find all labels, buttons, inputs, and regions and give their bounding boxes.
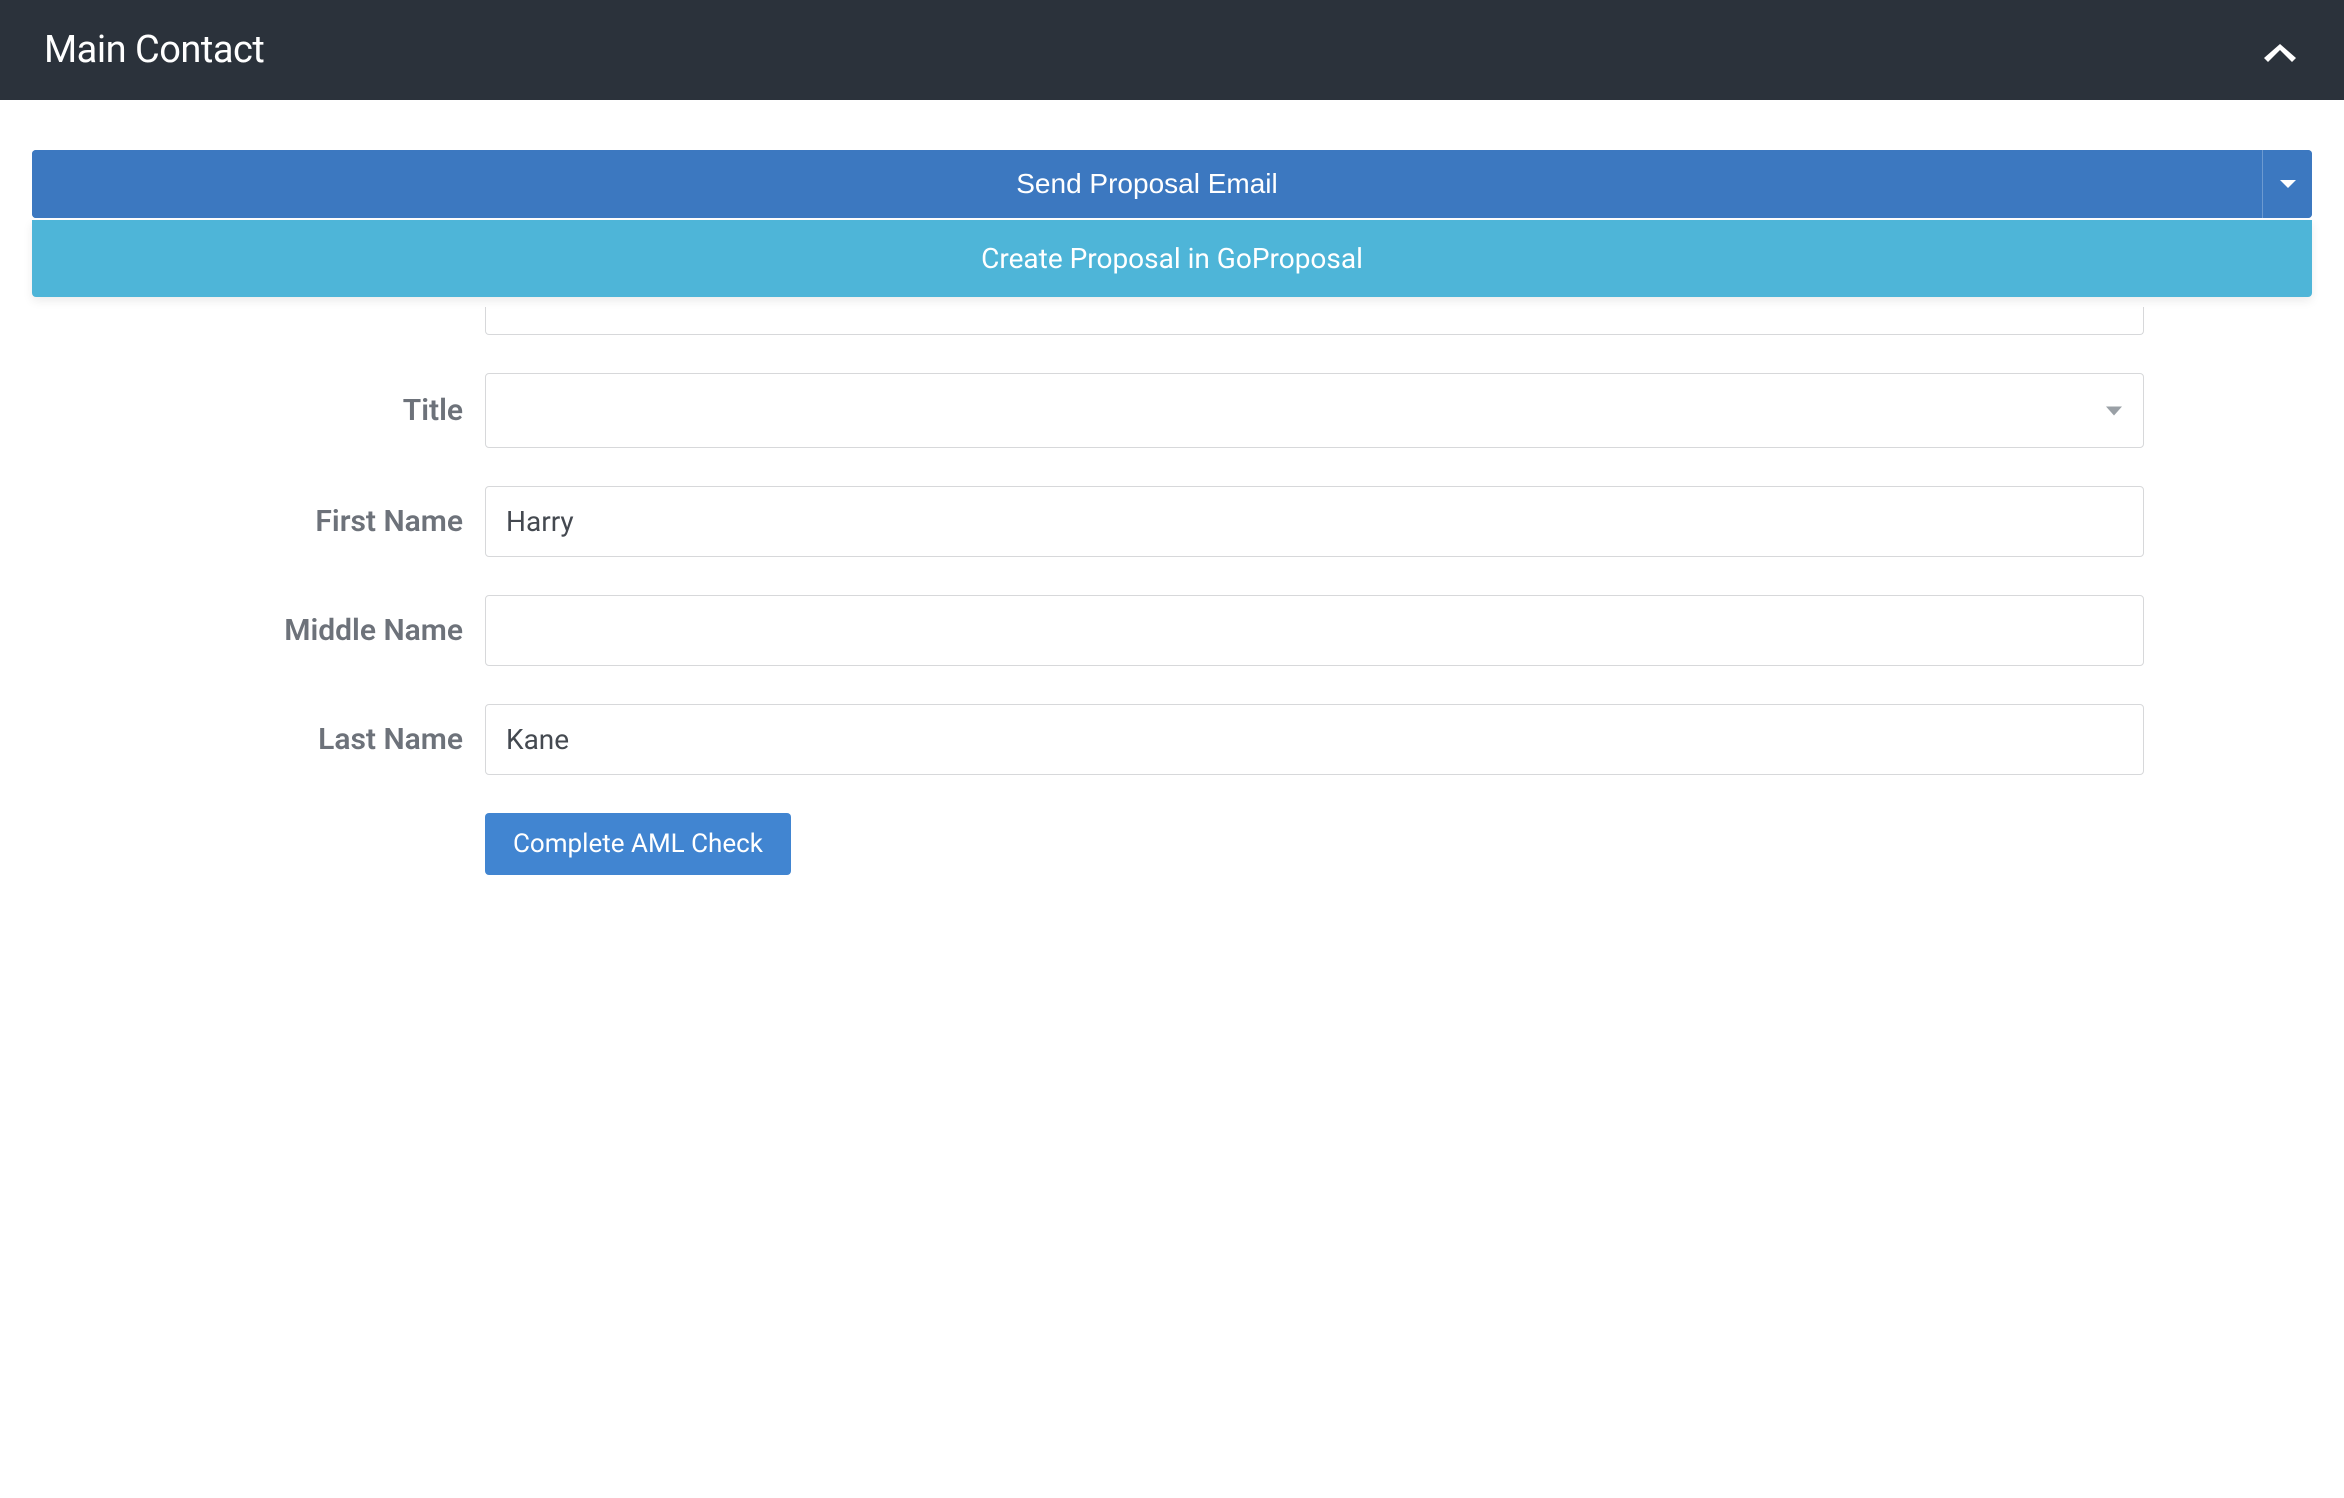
panel-title: Main Contact (44, 28, 264, 72)
form-row-last-name: Last Name (32, 704, 2312, 775)
last-name-label: Last Name (32, 722, 485, 757)
form-section: Title First Name Middle Name (32, 307, 2312, 875)
title-select[interactable] (485, 373, 2144, 448)
content-area: Send Proposal Email Create Proposal in G… (0, 150, 2344, 875)
complete-aml-check-button[interactable]: Complete AML Check (485, 813, 791, 875)
button-row: Complete AML Check (485, 813, 2312, 875)
title-label: Title (32, 393, 485, 428)
form-row-first-name: First Name (32, 486, 2312, 557)
last-name-input[interactable] (485, 704, 2144, 775)
split-button: Send Proposal Email (32, 150, 2312, 218)
chevron-up-icon[interactable] (2260, 36, 2300, 64)
first-name-input[interactable] (485, 486, 2144, 557)
create-proposal-goproposal-item[interactable]: Create Proposal in GoProposal (32, 220, 2312, 297)
middle-name-label: Middle Name (32, 613, 485, 648)
middle-name-input[interactable] (485, 595, 2144, 666)
form-row-middle-name: Middle Name (32, 595, 2312, 666)
form-row-title: Title (32, 373, 2312, 448)
dropdown-menu: Create Proposal in GoProposal (32, 220, 2312, 297)
caret-down-icon (2280, 180, 2296, 188)
action-button-group: Send Proposal Email Create Proposal in G… (32, 150, 2312, 297)
panel-header[interactable]: Main Contact (0, 0, 2344, 100)
partial-field-bottom (485, 307, 2144, 335)
first-name-label: First Name (32, 504, 485, 539)
send-proposal-email-button[interactable]: Send Proposal Email (32, 150, 2262, 218)
split-button-dropdown-toggle[interactable] (2262, 150, 2312, 218)
